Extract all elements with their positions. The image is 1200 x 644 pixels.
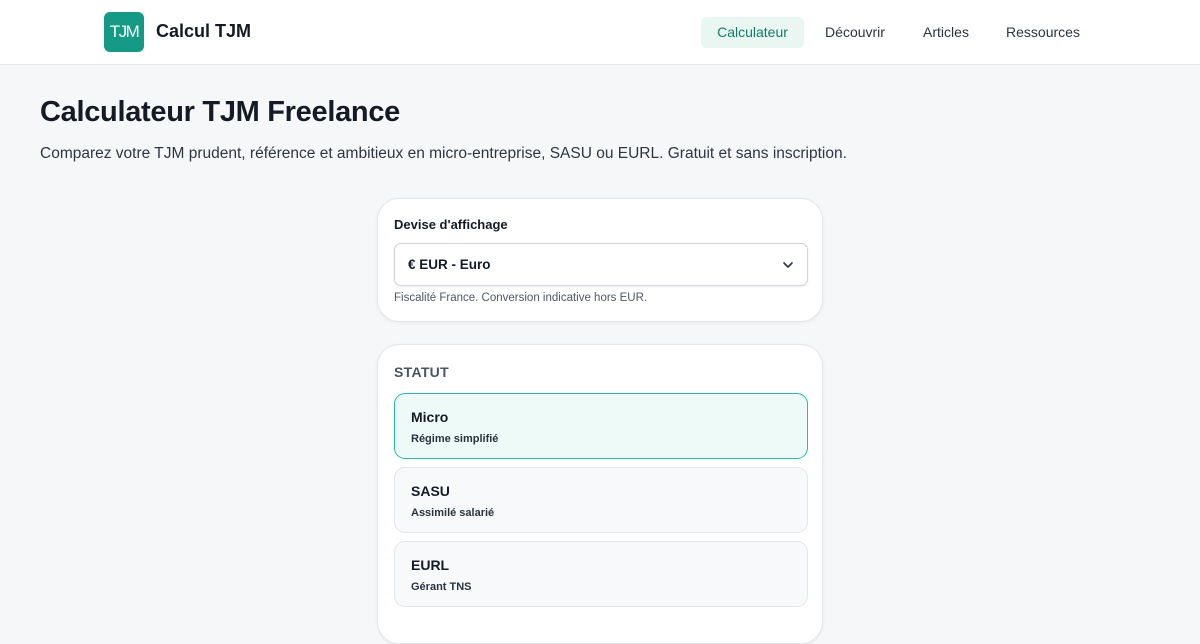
status-option-title: Micro <box>411 409 449 425</box>
status-option-eurl[interactable]: EURL Gérant TNS <box>394 541 808 607</box>
status-card: STATUT Micro Régime simplifié SASU Assim… <box>377 344 823 644</box>
page-subtitle: Comparez votre TJM prudent, référence et… <box>40 145 847 162</box>
currency-hint: Fiscalité France. Conversion indicative … <box>394 292 648 304</box>
logo[interactable]: TJM <box>104 12 144 52</box>
status-option-sasu[interactable]: SASU Assimilé salarié <box>394 467 808 533</box>
status-option-title: SASU <box>411 483 450 499</box>
status-option-subtitle: Assimilé salarié <box>411 507 495 519</box>
brand-name[interactable]: Calcul TJM <box>156 21 251 42</box>
nav-item-decouvrir[interactable]: Découvrir <box>812 17 898 48</box>
nav-item-articles[interactable]: Articles <box>910 17 982 48</box>
status-option-title: EURL <box>411 557 450 573</box>
currency-label: Devise d'affichage <box>394 217 508 232</box>
status-section-title: STATUT <box>394 364 449 380</box>
nav-item-ressources[interactable]: Ressources <box>994 17 1092 48</box>
currency-select[interactable]: € EUR - Euro <box>394 243 808 286</box>
status-option-micro[interactable]: Micro Régime simplifié <box>394 393 808 459</box>
page-title: Calculateur TJM Freelance <box>40 96 400 128</box>
top-navbar: TJM Calcul TJM Calculateur Découvrir Art… <box>0 0 1200 65</box>
nav-item-calculateur[interactable]: Calculateur <box>701 17 804 48</box>
chevron-down-icon <box>783 262 793 268</box>
currency-card: Devise d'affichage € EUR - Euro Fiscalit… <box>377 198 823 322</box>
status-option-subtitle: Gérant TNS <box>411 581 472 593</box>
currency-select-value: € EUR - Euro <box>408 257 491 272</box>
status-option-subtitle: Régime simplifié <box>411 433 499 445</box>
